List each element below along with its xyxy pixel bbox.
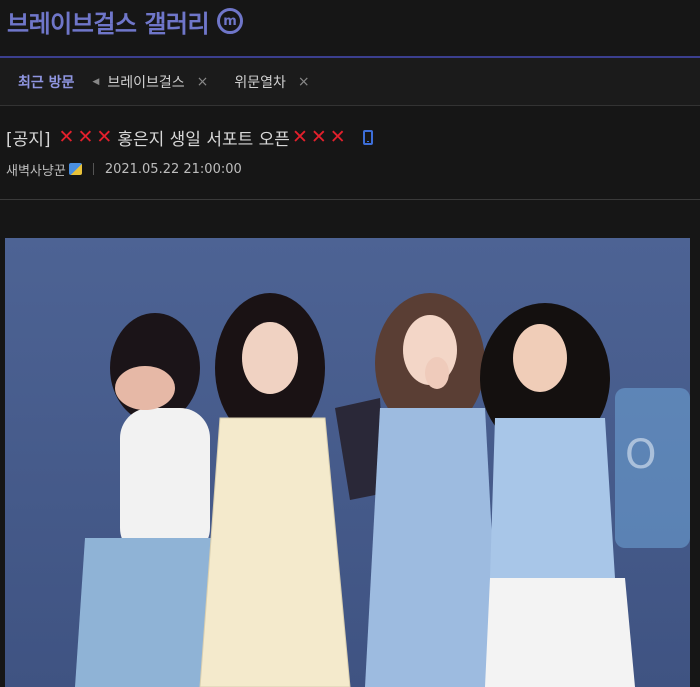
divider [0,199,700,200]
author-nickname[interactable]: 새벽사냥꾼 [6,160,66,179]
red-x-icon: ✕ [58,126,75,148]
x-mark-group: ✕ ✕ ✕ [292,126,349,148]
red-x-icon: ✕ [77,126,94,148]
post-title-text: 홍은지 생일 서포트 오픈 [117,129,290,150]
red-x-icon: ✕ [310,126,327,148]
svg-text:O: O [625,432,656,478]
close-icon[interactable]: × [298,74,310,90]
recent-item-label[interactable]: 위문열차 [234,72,286,92]
notice-prefix: [공지] [6,129,51,150]
red-x-icon: ✕ [96,126,113,148]
red-x-icon: ✕ [291,126,308,148]
minor-gallery-badge-icon: m [217,8,244,34]
recent-visit-bar: 최근 방문 ◀ 브레이브걸스 × 위문열차 × [0,56,700,106]
x-mark-group: ✕ ✕ ✕ [59,126,116,148]
gallery-header: 브레이브걸스 갤러리 m [7,3,244,39]
close-icon[interactable]: × [197,74,209,90]
recent-item-label[interactable]: 브레이브걸스 [107,72,184,92]
fixed-nickname-badge-icon [68,163,82,175]
post-title: [공지] ✕ ✕ ✕ 홍은지 생일 서포트 오픈 ✕ ✕ ✕ [6,124,373,150]
mobile-phone-icon [362,129,373,145]
post-date: 2021.05.22 21:00:00 [104,161,242,177]
meta-separator [92,163,94,175]
recent-item-wimun[interactable]: 위문열차 × [234,72,309,92]
triangle-left-icon[interactable]: ◀ [92,77,99,87]
post-page: 브레이브걸스 갤러리 m 최근 방문 ◀ 브레이브걸스 × 위문열차 × [공지… [0,0,700,687]
recent-visit-label: 최근 방문 [18,74,75,91]
red-x-icon: ✕ [329,126,346,148]
post-meta: 새벽사냥꾼 2021.05.22 21:00:00 [6,159,242,179]
group-photo-image: O [5,238,690,687]
post-photo[interactable]: O [5,238,690,687]
gallery-title[interactable]: 브레이브걸스 갤러리 [7,4,210,39]
recent-item-bravegirls[interactable]: 브레이브걸스 × [99,72,208,92]
